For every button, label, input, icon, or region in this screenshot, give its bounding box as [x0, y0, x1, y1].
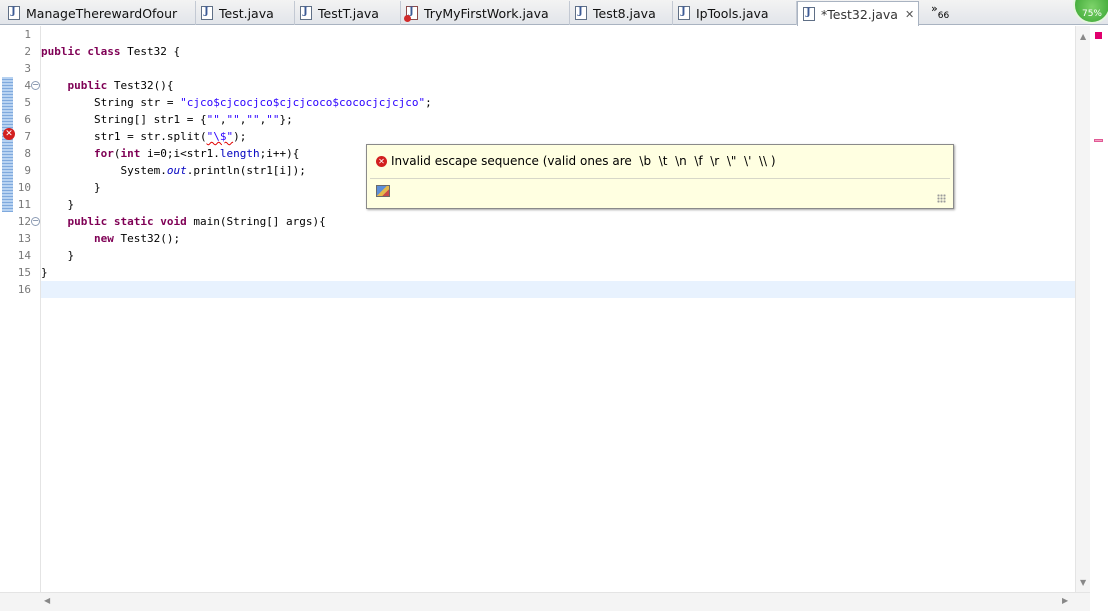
line-number: 13 — [17, 232, 31, 245]
scroll-left-arrow-icon[interactable]: ◀ — [44, 596, 50, 605]
line-number: 16 — [17, 283, 31, 296]
tab-label: Test.java — [219, 5, 274, 21]
hidden-tab-count: 66 — [937, 11, 950, 21]
error-icon[interactable]: ✕ — [3, 128, 15, 140]
line-number: 12 — [17, 215, 31, 228]
tab-test-java[interactable]: Test.java — [196, 1, 295, 25]
code-line: for(int i=0;i<str1.length;i++){ — [93, 147, 300, 160]
error-hover-popup: ✕ Invalid escape sequence (valid ones ar… — [366, 144, 954, 209]
line-number: 1 — [24, 28, 31, 41]
chevron-right-icon: » — [931, 2, 938, 15]
code-line: } — [41, 266, 48, 279]
line-number: 9 — [24, 164, 31, 177]
tab-label: Test8.java — [593, 5, 656, 21]
hover-message-row: ✕ Invalid escape sequence (valid ones ar… — [367, 145, 953, 177]
hover-toolbar — [370, 178, 950, 206]
tab-managetherewardofour[interactable]: ManageTherewardOfour — [3, 1, 196, 25]
code-line: System.out.println(str1[i]); — [120, 164, 306, 177]
resize-grip-icon[interactable] — [937, 194, 946, 203]
horizontal-scrollbar[interactable]: ◀ ▶ — [0, 592, 1090, 611]
code-line: new Test32(); — [93, 232, 181, 245]
line-number: 7 — [24, 130, 31, 143]
line-number: 3 — [24, 62, 31, 75]
tab-test32-java[interactable]: *Test32.java ✕ — [797, 1, 919, 26]
line-number: 5 — [24, 96, 31, 109]
progress-badge: 75% — [1073, 0, 1108, 24]
editor-tab-bar: ManageTherewardOfour Test.java TestT.jav… — [0, 0, 1108, 26]
scroll-right-arrow-icon[interactable]: ▶ — [1062, 596, 1068, 605]
scroll-down-arrow-icon[interactable]: ▼ — [1080, 578, 1086, 587]
code-line: String[] str1 = {"","","",""}; — [93, 113, 293, 126]
tab-test8-java[interactable]: Test8.java — [570, 1, 673, 25]
tab-overflow-button[interactable]: »66 — [931, 2, 949, 21]
code-line: public class Test32 { — [41, 45, 181, 58]
code-line-error: str1 = str.split("\$"); — [93, 130, 247, 143]
code-editor[interactable]: ✕ 1 2 3 4 5 6 7 8 9 10 11 12 13 14 15 16… — [0, 26, 1090, 592]
line-number-ruler: 1 2 3 4 5 6 7 8 9 10 11 12 13 14 15 16 — [14, 26, 40, 592]
tab-label: TryMyFirstWork.java — [424, 5, 549, 21]
tab-trymyfirstwork-java[interactable]: TryMyFirstWork.java — [401, 1, 570, 25]
error-summary-indicator[interactable] — [1095, 32, 1102, 39]
tab-label: IpTools.java — [696, 5, 769, 21]
line-number: 4 — [24, 79, 31, 92]
scroll-up-arrow-icon[interactable]: ▲ — [1080, 32, 1086, 41]
code-line: public static void main(String[] args){ — [67, 215, 326, 228]
java-file-icon — [678, 6, 690, 20]
invalid-escape-string: "\$" — [206, 130, 234, 143]
code-line: } — [93, 181, 101, 194]
code-line: } — [67, 198, 75, 211]
vertical-scrollbar[interactable]: ▲ ▼ — [1075, 26, 1090, 592]
line-number: 15 — [17, 266, 31, 279]
tab-label: TestT.java — [318, 5, 379, 21]
line-number: 2 — [24, 45, 31, 58]
line-number: 14 — [17, 249, 31, 262]
line-number: 11 — [17, 198, 31, 211]
java-file-icon — [300, 6, 312, 20]
java-file-icon — [575, 6, 587, 20]
line-number: 8 — [24, 147, 31, 160]
current-line-highlight — [41, 281, 1075, 298]
error-icon: ✕ — [376, 155, 387, 167]
close-tab-icon[interactable]: ✕ — [905, 8, 914, 21]
fold-collapse-icon[interactable]: − — [31, 217, 40, 226]
overview-ruler[interactable] — [1092, 26, 1108, 592]
java-file-icon — [803, 7, 815, 21]
java-file-error-icon — [404, 6, 418, 22]
java-file-icon — [8, 6, 20, 20]
tab-label: *Test32.java — [821, 6, 898, 22]
code-line: String str = "cjco$cjcocjco$cjcjcoco$coc… — [93, 96, 432, 109]
quick-diff-change-bar — [2, 77, 13, 212]
code-line: public Test32(){ — [67, 79, 174, 92]
line-number: 6 — [24, 113, 31, 126]
configure-hover-icon[interactable] — [376, 185, 390, 197]
line-number: 10 — [17, 181, 31, 194]
tab-testt-java[interactable]: TestT.java — [295, 1, 401, 25]
tab-label: ManageTherewardOfour — [26, 5, 178, 21]
error-annotation-marker[interactable] — [1094, 139, 1103, 142]
java-file-icon — [201, 6, 213, 20]
tab-iptools-java[interactable]: IpTools.java — [673, 1, 797, 25]
error-message: Invalid escape sequence (valid ones are … — [391, 154, 776, 168]
fold-collapse-icon[interactable]: − — [31, 81, 40, 90]
code-line: } — [67, 249, 75, 262]
